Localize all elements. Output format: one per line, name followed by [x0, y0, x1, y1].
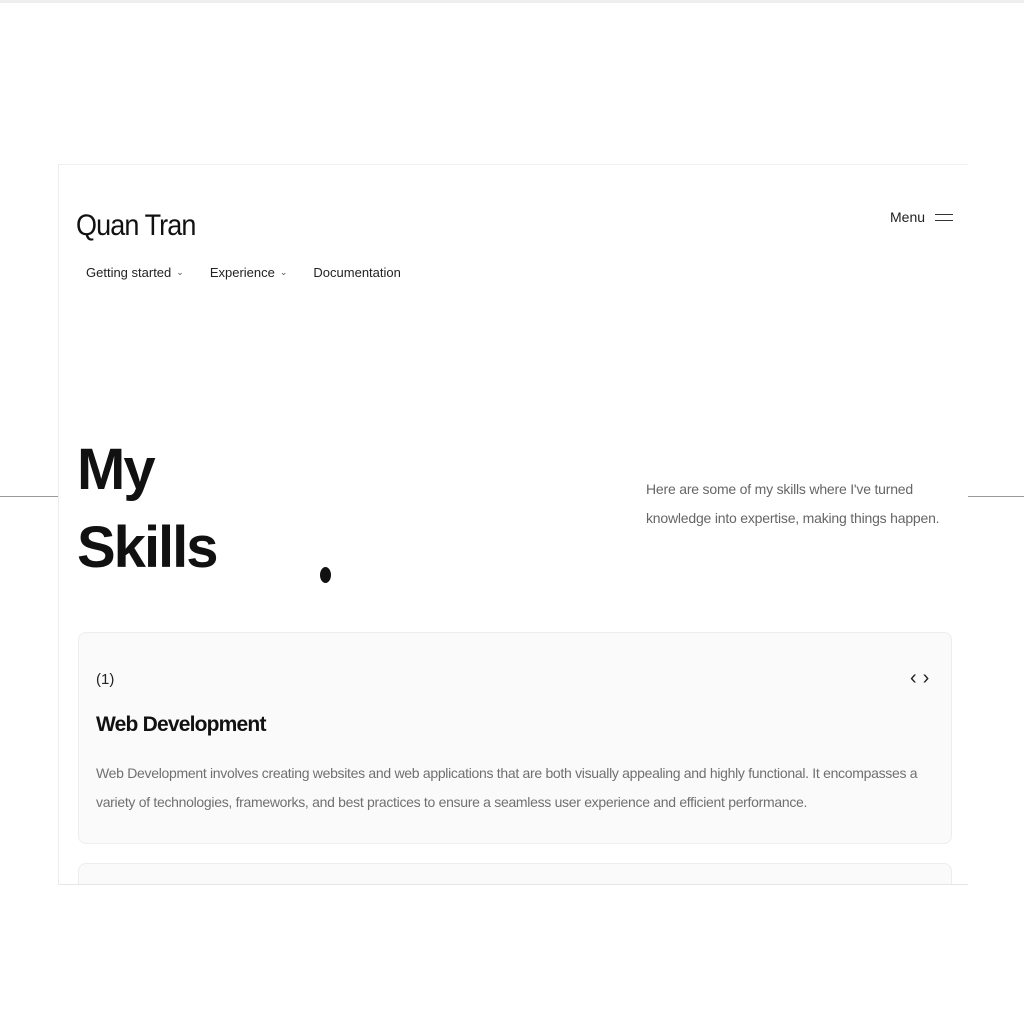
- skill-card-next: [78, 863, 952, 884]
- menu-button[interactable]: Menu: [890, 209, 954, 225]
- nav-item-experience[interactable]: Experience ⌄: [210, 265, 288, 280]
- skill-nav-controls: ‹ ›: [910, 667, 929, 689]
- nav-item-label: Getting started: [86, 265, 172, 280]
- title-line-2: Skills: [77, 515, 219, 580]
- divider-right: [968, 496, 1024, 497]
- skill-number: (1): [96, 671, 115, 688]
- skill-card: (1) ‹ › Web Development Web Development …: [78, 632, 952, 844]
- chevron-left-icon[interactable]: ‹: [910, 667, 917, 689]
- chevron-right-icon[interactable]: ›: [923, 667, 930, 689]
- nav-item-documentation[interactable]: Documentation: [313, 265, 400, 280]
- page-frame: Quan Tran Menu Getting started ⌄ Experie…: [58, 164, 968, 885]
- menu-label: Menu: [890, 209, 926, 225]
- divider-left: [0, 496, 58, 497]
- skill-description: Web Development involves creating websit…: [96, 765, 918, 810]
- cursor-dot: [320, 567, 331, 583]
- hero-description: Here are some of my skills where I've tu…: [646, 481, 940, 526]
- hamburger-icon: [935, 212, 954, 223]
- skill-title: Web Development: [96, 713, 266, 736]
- chevron-down-icon: ⌄: [176, 267, 184, 277]
- main-nav: Getting started ⌄ Experience ⌄ Documenta…: [86, 265, 401, 280]
- nav-item-getting-started[interactable]: Getting started ⌄: [86, 265, 184, 280]
- page-title: My Skills: [77, 431, 219, 587]
- nav-item-label: Experience: [209, 265, 275, 280]
- nav-item-label: Documentation: [313, 265, 401, 280]
- brand-logo[interactable]: Quan Tran: [76, 209, 196, 243]
- chevron-down-icon: ⌄: [279, 267, 288, 277]
- top-border: [0, 0, 1024, 3]
- title-line-1: My: [77, 437, 156, 502]
